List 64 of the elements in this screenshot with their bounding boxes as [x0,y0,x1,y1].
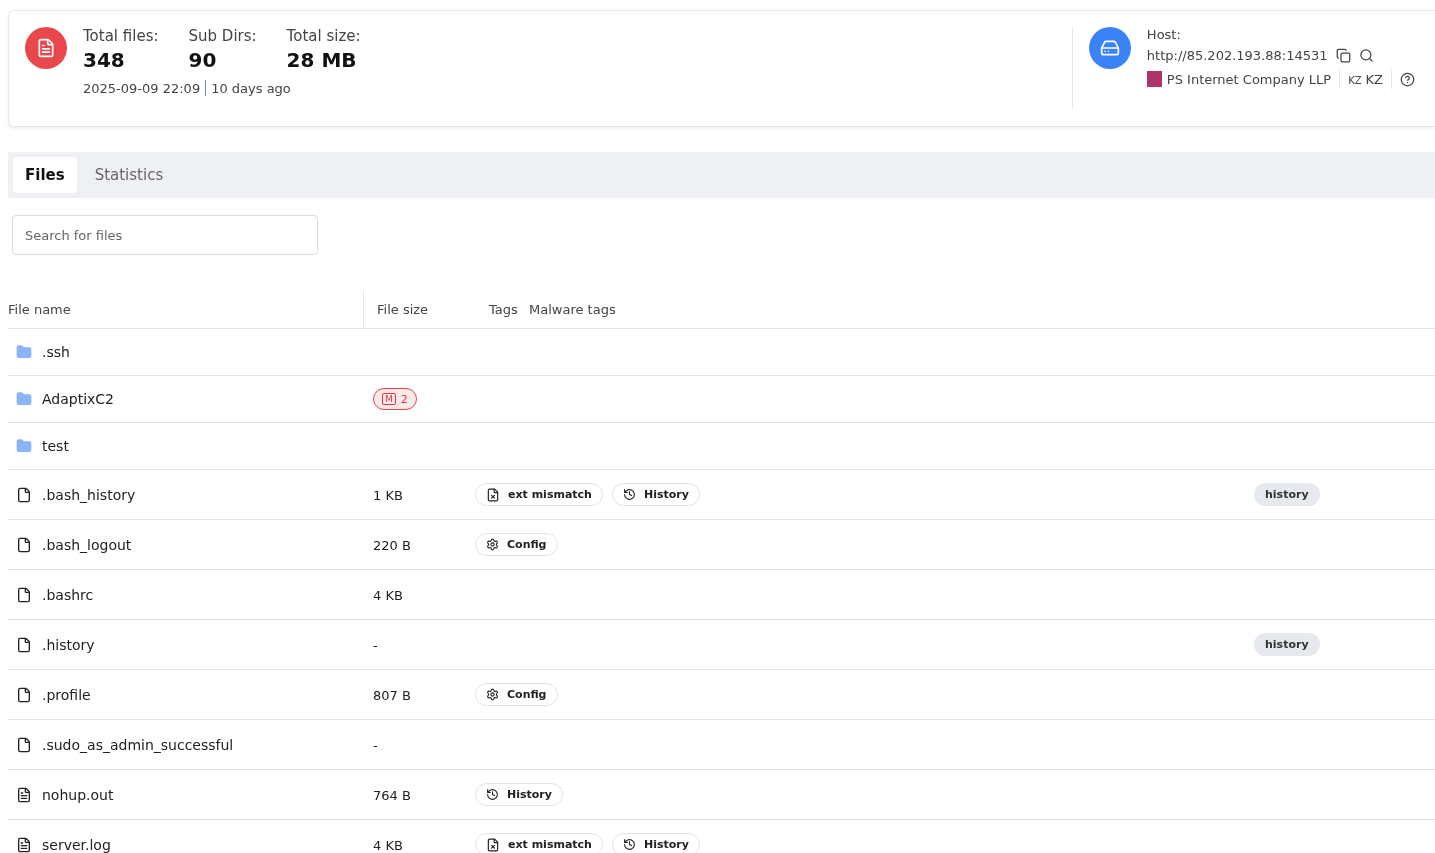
file-icon [16,686,32,703]
column-header: File size [363,291,478,328]
file-name[interactable]: server.log [42,836,111,853]
relative-time: 10 days ago [211,80,291,96]
stat-label: Total files: [83,27,159,45]
file-name[interactable]: test [42,438,69,454]
column-header: File name [8,301,72,319]
settings-icon [486,688,499,701]
file-icon [16,486,32,503]
tab[interactable]: Statistics [82,157,176,193]
org-name: PS Internet Company LLP [1166,71,1332,87]
tag: history [1254,483,1320,506]
file-x-icon [486,837,500,852]
column-header: Malware tags [528,301,617,319]
file-size: 807 B [372,687,411,703]
folder-icon [16,438,32,454]
file-icon [16,736,32,753]
file-name[interactable]: AdaptixC2 [42,391,115,407]
file-name[interactable]: .bashrc [42,586,94,603]
history-icon [622,488,636,501]
file-icon [16,586,32,603]
file-name[interactable]: nohup.out [42,786,114,803]
text-file-icon [16,836,32,853]
file-icon [16,536,32,553]
copy-icon[interactable] [1335,48,1351,63]
stat-value: 28 MB [286,48,358,72]
file-size: 4 KB [372,587,403,603]
scan-date: 2025-09-09 22:09 [83,80,201,96]
stat-value: 348 [83,48,126,72]
history-icon [486,788,499,801]
folder-icon [16,344,32,360]
file-size: - [372,637,378,653]
file-size: 220 B [372,537,411,553]
file-name[interactable]: .profile [42,686,91,703]
malware-badge: M 2 [373,388,417,410]
file-x-icon [486,487,500,502]
file-size: - [372,737,378,753]
host-url: http://85.202.193.88:14531 [1146,48,1328,63]
country: KZ KZ [1348,71,1383,87]
file-size: 1 KB [372,487,403,503]
stat-value: 90 [188,48,218,72]
host-label: Host: [1146,27,1182,42]
tab[interactable]: Files [13,157,77,193]
drive-icon [1088,27,1131,69]
folder-icon [16,391,32,407]
document-icon [25,27,67,69]
history-icon [622,838,636,851]
file-name[interactable]: .ssh [42,344,70,360]
file-name[interactable]: .bash_history [42,486,136,503]
file-size: 764 B [372,787,411,803]
file-name[interactable]: .sudo_as_admin_successful [42,736,234,753]
text-file-icon [16,786,32,803]
tag: history [1254,633,1320,656]
stat-label: Total size: [286,27,361,45]
file-name[interactable]: .history [42,636,95,653]
file-icon [16,636,32,653]
help-icon[interactable] [1400,71,1415,87]
search-icon[interactable] [1358,48,1374,63]
file-name[interactable]: .bash_logout [42,536,132,553]
stat-label: Sub Dirs: [188,27,257,45]
settings-icon [486,538,499,551]
file-size: 4 KB [372,837,403,853]
column-header: Tags [488,301,519,319]
search-field[interactable]: Search for files [12,215,318,255]
